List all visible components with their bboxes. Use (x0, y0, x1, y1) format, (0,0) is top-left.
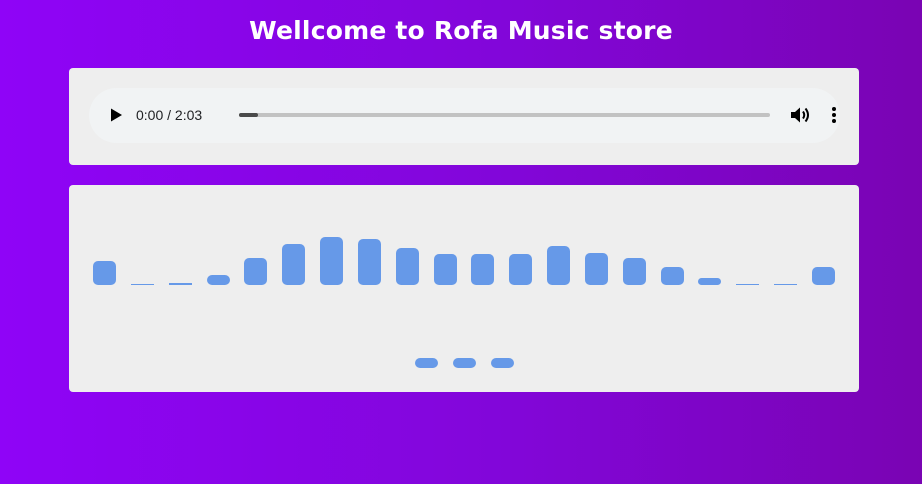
audio-player: 0:00 / 2:03 (89, 88, 840, 143)
time-display: 0:00 / 2:03 (136, 107, 203, 123)
page-title: Wellcome to Rofa Music store (249, 16, 673, 45)
audio-player-panel: 0:00 / 2:03 (69, 68, 859, 165)
play-icon (111, 108, 122, 122)
equalizer-bar (660, 267, 684, 285)
equalizer-bar (547, 246, 571, 285)
equalizer-bar (395, 247, 419, 285)
equalizer-bar (282, 244, 306, 285)
pagination-dot[interactable] (415, 358, 438, 368)
equalizer-bar (774, 283, 798, 285)
pagination-dot[interactable] (453, 358, 476, 368)
volume-icon (791, 107, 809, 123)
more-vert-icon (832, 107, 836, 123)
equalizer-bar (736, 283, 760, 285)
equalizer-bar (433, 253, 457, 285)
equalizer-bar (93, 261, 116, 285)
visualizer-panel (69, 185, 859, 392)
volume-button[interactable] (790, 105, 812, 125)
equalizer-bar (584, 253, 608, 285)
equalizer-bar (622, 258, 646, 285)
equalizer-bar (168, 283, 192, 285)
progress-slider[interactable] (239, 113, 770, 117)
equalizer-bar (244, 258, 268, 285)
equalizer-bar (698, 277, 722, 285)
equalizer-bar (812, 267, 835, 285)
pagination-dots (415, 358, 514, 368)
equalizer-bar (320, 237, 344, 285)
equalizer-bar (357, 238, 381, 285)
pagination-dot[interactable] (491, 358, 514, 368)
equalizer-bar (509, 253, 533, 285)
equalizer-bar (130, 283, 154, 285)
equalizer-bar (206, 274, 230, 285)
progress-fill (239, 113, 258, 117)
play-button[interactable] (108, 107, 124, 123)
more-options-button[interactable] (827, 105, 841, 125)
equalizer-bars (93, 225, 835, 285)
equalizer-bar (471, 253, 495, 285)
